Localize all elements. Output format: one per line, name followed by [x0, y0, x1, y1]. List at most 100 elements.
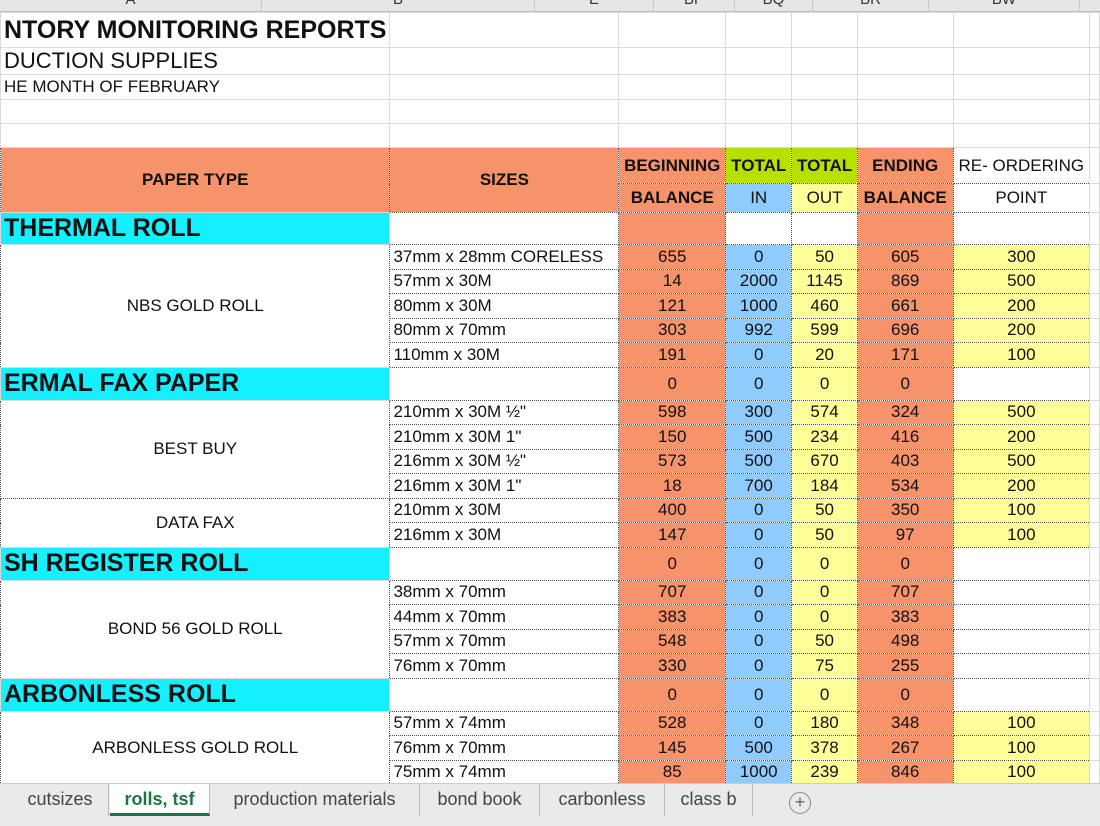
section-in[interactable] [726, 213, 792, 245]
total-out-cell[interactable]: 184 [792, 474, 858, 499]
cell[interactable] [792, 124, 858, 148]
cell[interactable] [1090, 678, 1100, 711]
beginning-balance-cell[interactable]: 150 [619, 425, 726, 450]
cell[interactable] [1090, 474, 1100, 499]
beginning-balance-cell[interactable]: 121 [619, 294, 726, 319]
beginning-balance-cell[interactable]: 14 [619, 269, 726, 294]
header-reordering-point[interactable]: RE- ORDERING [953, 148, 1090, 184]
total-in-cell[interactable]: 0 [726, 605, 792, 630]
cell[interactable] [1090, 629, 1100, 654]
beginning-balance-cell[interactable]: 85 [619, 760, 726, 785]
total-out-cell[interactable]: 239 [792, 760, 858, 785]
report-subtitle[interactable]: DUCTION SUPPLIES [1, 48, 390, 75]
cell[interactable] [1090, 736, 1100, 761]
ending-balance-cell[interactable]: 605 [857, 245, 953, 270]
cell[interactable] [1090, 100, 1100, 124]
header-reordering-point-2[interactable]: POINT [953, 184, 1090, 213]
total-in-cell[interactable]: 500 [726, 425, 792, 450]
beginning-balance-cell[interactable]: 707 [619, 580, 726, 605]
group-name[interactable]: DATA FAX [1, 498, 390, 547]
section-out[interactable]: 0 [792, 678, 858, 711]
size-cell[interactable]: 75mm x 74mm [390, 760, 619, 785]
size-cell[interactable]: 216mm x 30M [390, 523, 619, 548]
cell[interactable] [1090, 269, 1100, 294]
sheet-tab-rolls-tsf[interactable]: rolls, tsf [110, 784, 210, 816]
sheet-tab-cutsizes[interactable]: cutsizes [12, 784, 109, 816]
cell[interactable] [619, 48, 726, 75]
cell[interactable] [1090, 547, 1100, 580]
cell[interactable] [1, 100, 390, 124]
spreadsheet-grid[interactable]: NTORY MONITORING REPORTSDUCTION SUPPLIES… [0, 12, 1100, 785]
beginning-balance-cell[interactable]: 655 [619, 245, 726, 270]
section-ending[interactable]: 0 [857, 547, 953, 580]
total-out-cell[interactable]: 234 [792, 425, 858, 450]
beginning-balance-cell[interactable]: 191 [619, 343, 726, 368]
reorder-point-cell[interactable] [953, 580, 1090, 605]
size-cell[interactable]: 57mm x 70mm [390, 629, 619, 654]
ending-balance-cell[interactable]: 97 [857, 523, 953, 548]
sheet-tab-carbonless[interactable]: carbonless [540, 784, 665, 816]
section-ending[interactable]: 0 [857, 678, 953, 711]
header-beginning-balance[interactable]: BEGINNING [619, 148, 726, 184]
section-reorder[interactable] [953, 367, 1090, 400]
total-out-cell[interactable]: 574 [792, 400, 858, 425]
cell[interactable] [1090, 523, 1100, 548]
cell[interactable] [1090, 124, 1100, 148]
cell[interactable] [857, 75, 953, 100]
reorder-point-cell[interactable] [953, 629, 1090, 654]
cell[interactable] [1090, 760, 1100, 785]
section-size[interactable] [390, 213, 619, 245]
cell[interactable] [792, 13, 858, 48]
ending-balance-cell[interactable]: 696 [857, 318, 953, 343]
reorder-point-cell[interactable]: 200 [953, 294, 1090, 319]
beginning-balance-cell[interactable]: 573 [619, 449, 726, 474]
reorder-point-cell[interactable]: 200 [953, 318, 1090, 343]
cell[interactable] [1090, 605, 1100, 630]
beginning-balance-cell[interactable]: 528 [619, 711, 726, 736]
total-in-cell[interactable]: 0 [726, 711, 792, 736]
cell[interactable] [726, 124, 792, 148]
beginning-balance-cell[interactable]: 147 [619, 523, 726, 548]
total-in-cell[interactable]: 2000 [726, 269, 792, 294]
section-beginning[interactable] [619, 213, 726, 245]
section-size[interactable] [390, 367, 619, 400]
cell[interactable] [619, 75, 726, 100]
reorder-point-cell[interactable] [953, 654, 1090, 679]
cell[interactable] [390, 75, 619, 100]
cell[interactable] [726, 100, 792, 124]
cell[interactable] [390, 124, 619, 148]
reorder-point-cell[interactable]: 500 [953, 269, 1090, 294]
total-out-cell[interactable]: 20 [792, 343, 858, 368]
ending-balance-cell[interactable]: 416 [857, 425, 953, 450]
cell[interactable] [1090, 711, 1100, 736]
cell[interactable] [953, 75, 1090, 100]
cell[interactable] [390, 13, 619, 48]
size-cell[interactable]: 216mm x 30M ½" [390, 449, 619, 474]
column-header-B[interactable]: B [262, 0, 535, 12]
reorder-point-cell[interactable]: 100 [953, 343, 1090, 368]
section-beginning[interactable]: 0 [619, 678, 726, 711]
add-sheet-icon[interactable]: + [789, 792, 811, 814]
section-title[interactable]: THERMAL ROLL [1, 213, 390, 245]
cell[interactable] [953, 124, 1090, 148]
cell[interactable] [726, 48, 792, 75]
size-cell[interactable]: 57mm x 74mm [390, 711, 619, 736]
beginning-balance-cell[interactable]: 383 [619, 605, 726, 630]
header-total-in-2[interactable]: IN [726, 184, 792, 213]
section-size[interactable] [390, 678, 619, 711]
total-in-cell[interactable]: 500 [726, 736, 792, 761]
cell[interactable] [953, 13, 1090, 48]
total-in-cell[interactable]: 700 [726, 474, 792, 499]
cell[interactable] [1090, 213, 1100, 245]
size-cell[interactable]: 44mm x 70mm [390, 605, 619, 630]
cell[interactable] [619, 124, 726, 148]
size-cell[interactable]: 210mm x 30M 1" [390, 425, 619, 450]
cell[interactable] [1090, 148, 1100, 184]
section-reorder[interactable] [953, 547, 1090, 580]
group-name[interactable]: BOND 56 GOLD ROLL [1, 580, 390, 678]
cell[interactable] [857, 48, 953, 75]
cell[interactable] [390, 48, 619, 75]
cell[interactable] [619, 100, 726, 124]
reorder-point-cell[interactable]: 300 [953, 245, 1090, 270]
cell[interactable] [953, 100, 1090, 124]
